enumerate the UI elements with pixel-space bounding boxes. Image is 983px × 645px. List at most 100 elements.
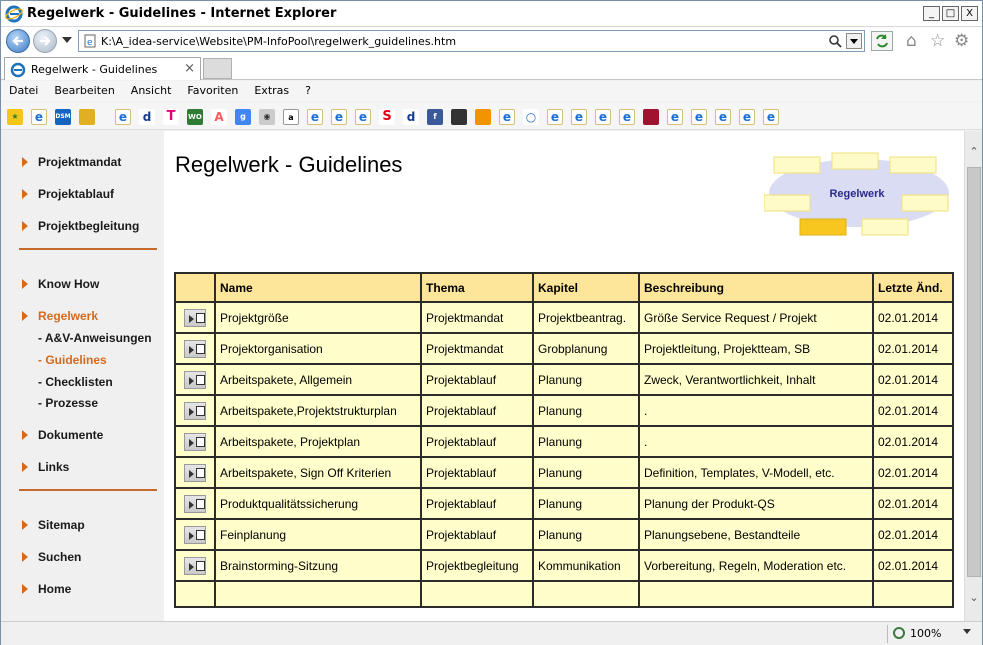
favorite-wo-icon[interactable]: WO [187,109,203,125]
sidebar-subitem-av-anweisungen[interactable]: - A&V-Anweisungen [38,331,152,345]
favorite-link-icon[interactable]: e [691,109,707,125]
favorite-image-icon[interactable]: ◉ [259,109,275,125]
sidebar-item-know-how[interactable]: Know How [22,277,99,291]
favorite-jc-icon[interactable] [643,109,659,125]
vertical-scrollbar[interactable]: ⌃ ⌄ [964,131,982,621]
sidebar-subitem-checklisten[interactable]: - Checklisten [38,375,113,389]
favorite-link-icon[interactable]: e [115,109,131,125]
cell-name[interactable]: Brainstorming-Sitzung [214,549,422,582]
favorite-d-icon[interactable]: d [139,109,155,125]
sidebar-item-projektmandat[interactable]: Projektmandat [22,155,121,169]
history-dropdown-icon[interactable] [62,37,72,43]
sidebar-item-suchen[interactable]: Suchen [22,550,81,564]
forward-button[interactable] [33,29,57,53]
favorite-airbnb-icon[interactable]: A [211,109,227,125]
sidebar-item-links[interactable]: Links [22,460,69,474]
tab-close-icon[interactable]: × [184,61,195,76]
sidebar-item-dokumente[interactable]: Dokumente [22,428,103,442]
refresh-button[interactable] [871,31,893,51]
favorite-link-icon[interactable]: e [499,109,515,125]
favorite-link-icon[interactable]: e [331,109,347,125]
menu-bearbeiten[interactable]: Bearbeiten [46,81,122,101]
cell-name[interactable]: Arbeitspakete, Projektplan [214,425,422,458]
open-document-icon[interactable] [184,370,206,389]
favorite-dsm-icon[interactable]: DSM [55,109,71,125]
cell-name[interactable]: Arbeitspakete, Allgemein [214,363,422,396]
favorite-amazon-icon[interactable]: a [283,109,299,125]
title-bar: Regelwerk - Guidelines - Internet Explor… [1,1,982,27]
minimize-button[interactable]: _ [923,6,940,21]
sidebar-subitem-guidelines[interactable]: - Guidelines [38,353,107,367]
favorite-search-icon[interactable]: ○ [523,109,539,125]
cell-name[interactable]: Projektgröße [214,301,422,334]
favorite-d-icon[interactable]: d [403,109,419,125]
cell-name[interactable]: Projektorganisation [214,332,422,365]
zoom-control[interactable]: 100% [887,625,975,643]
favorites-star-add-icon[interactable]: ★ [7,109,23,125]
sidebar-item-sitemap[interactable]: Sitemap [22,518,85,532]
maximize-button[interactable]: □ [942,6,959,21]
open-document-icon[interactable] [184,556,206,575]
cell-name[interactable]: Arbeitspakete, Sign Off Kriterien [214,456,422,489]
open-document-icon[interactable] [184,308,206,327]
favorite-link-icon[interactable]: e [355,109,371,125]
open-document-icon[interactable] [184,494,206,513]
cell-kapitel: Planung [532,456,640,489]
favorite-link-icon[interactable]: e [307,109,323,125]
url-dropdown-button[interactable] [846,33,862,49]
search-icon[interactable] [828,34,842,48]
favorite-link-icon[interactable]: e [571,109,587,125]
favorite-telekom-icon[interactable]: T [163,109,179,125]
favorite-link-icon[interactable]: e [31,109,47,125]
cell-name[interactable]: Arbeitspakete,Projektstrukturplan [214,394,422,427]
cell-open [174,487,216,520]
open-document-icon[interactable] [184,432,206,451]
url-field[interactable]: e [78,30,865,52]
favorite-link-icon[interactable]: e [667,109,683,125]
favorite-link-icon[interactable]: e [547,109,563,125]
zoom-dropdown-icon[interactable] [963,629,971,634]
menu-extras[interactable]: Extras [246,81,297,101]
back-button[interactable] [6,29,30,53]
favorite-shop-icon[interactable] [451,109,467,125]
scroll-thumb[interactable] [967,167,981,577]
favorite-google-icon[interactable]: g [235,109,251,125]
open-document-icon[interactable] [184,525,206,544]
column-header-beschreibung: Beschreibung [638,272,874,303]
favorite-link-icon[interactable]: e [619,109,635,125]
favorite-facebook-icon[interactable]: f [427,109,443,125]
favorite-sparkasse-icon[interactable]: S [379,109,395,125]
cell-name[interactable]: Produktqualitätssicherung [214,487,422,520]
favorite-chart-icon[interactable] [475,109,491,125]
home-icon[interactable]: ⌂ [906,33,917,50]
scroll-up-icon[interactable]: ⌃ [967,145,981,161]
gear-icon[interactable]: ⚙ [954,33,969,50]
menu-help[interactable]: ? [297,81,319,101]
url-input[interactable] [101,33,821,49]
sidebar-item-regelwerk[interactable]: Regelwerk [22,309,98,323]
scroll-down-icon[interactable]: ⌄ [967,591,981,607]
browser-window: Regelwerk - Guidelines - Internet Explor… [0,0,983,645]
sidebar-item-projektablauf[interactable]: Projektablauf [22,187,114,201]
favorite-folder-icon[interactable] [79,109,95,125]
tab-regelwerk-guidelines[interactable]: Regelwerk - Guidelines × [4,57,201,80]
triangle-bullet-icon [22,584,28,594]
sidebar-item-home[interactable]: Home [22,582,71,596]
cell-beschreibung: . [638,394,874,427]
sidebar-item-projektbegleitung[interactable]: Projektbegleitung [22,219,139,233]
sidebar-subitem-prozesse[interactable]: - Prozesse [38,396,98,410]
menu-ansicht[interactable]: Ansicht [123,81,180,101]
menu-datei[interactable]: Datei [1,81,46,101]
close-button[interactable]: X [961,6,978,21]
cell-name[interactable]: Feinplanung [214,518,422,551]
new-tab-button[interactable] [203,58,232,79]
favorite-link-icon[interactable]: e [739,109,755,125]
open-document-icon[interactable] [184,463,206,482]
favorites-star-icon[interactable]: ☆ [930,33,945,50]
favorite-link-icon[interactable]: e [595,109,611,125]
open-document-icon[interactable] [184,339,206,358]
favorite-link-icon[interactable]: e [715,109,731,125]
favorite-link-icon[interactable]: e [763,109,779,125]
open-document-icon[interactable] [184,401,206,420]
menu-favoriten[interactable]: Favoriten [179,81,246,101]
